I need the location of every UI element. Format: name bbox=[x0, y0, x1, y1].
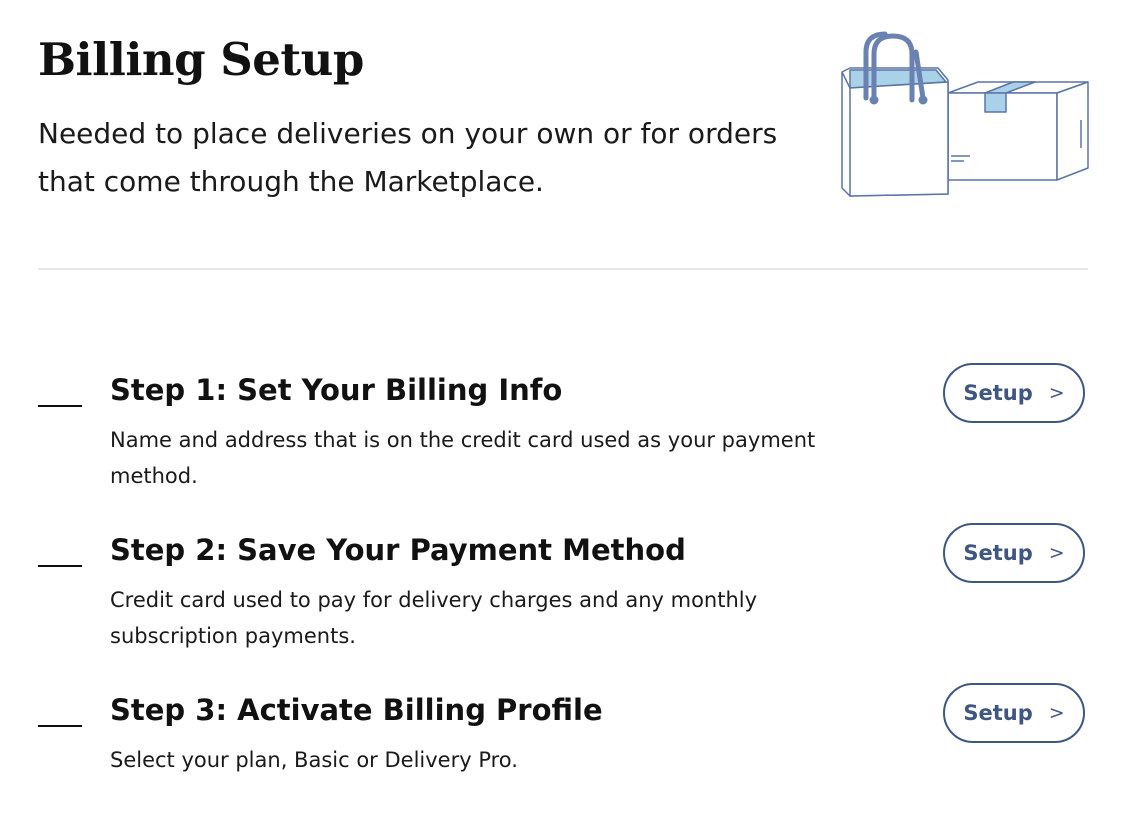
page-subtitle: Needed to place deliveries on your own o… bbox=[38, 117, 778, 198]
setup-button-label: Setup bbox=[963, 381, 1033, 405]
step-description: Name and address that is on the credit c… bbox=[110, 428, 816, 488]
step-description: Credit card used to pay for delivery cha… bbox=[110, 588, 758, 648]
setup-button-label: Setup bbox=[963, 541, 1033, 565]
step-item-2: Step 2: Save Your Payment Method Credit … bbox=[0, 523, 1128, 660]
section-divider bbox=[38, 268, 1088, 270]
step-title: Step 1: Set Your Billing Info bbox=[110, 373, 563, 407]
setup-button-step-1[interactable]: Setup > bbox=[943, 363, 1085, 423]
step-dash bbox=[38, 725, 82, 727]
setup-button-label: Setup bbox=[963, 701, 1033, 725]
step-dash bbox=[38, 565, 82, 567]
page-title: Billing Setup bbox=[38, 33, 364, 86]
chevron-right-icon: > bbox=[1048, 382, 1065, 404]
setup-button-step-3[interactable]: Setup > bbox=[943, 683, 1085, 743]
shopping-illustration bbox=[841, 31, 1089, 197]
chevron-right-icon: > bbox=[1048, 702, 1065, 724]
step-title: Step 3: Activate Billing Profile bbox=[110, 693, 603, 727]
setup-button-step-2[interactable]: Setup > bbox=[943, 523, 1085, 583]
step-description: Select your plan, Basic or Delivery Pro. bbox=[110, 748, 518, 772]
chevron-right-icon: > bbox=[1048, 542, 1065, 564]
step-title: Step 2: Save Your Payment Method bbox=[110, 533, 686, 567]
step-item-3: Step 3: Activate Billing Profile Select … bbox=[0, 683, 1128, 820]
shopping-bag-icon bbox=[841, 31, 949, 197]
step-item-1: Step 1: Set Your Billing Info Name and a… bbox=[0, 363, 1128, 500]
step-dash bbox=[38, 405, 82, 407]
shipping-box-icon bbox=[947, 81, 1089, 181]
